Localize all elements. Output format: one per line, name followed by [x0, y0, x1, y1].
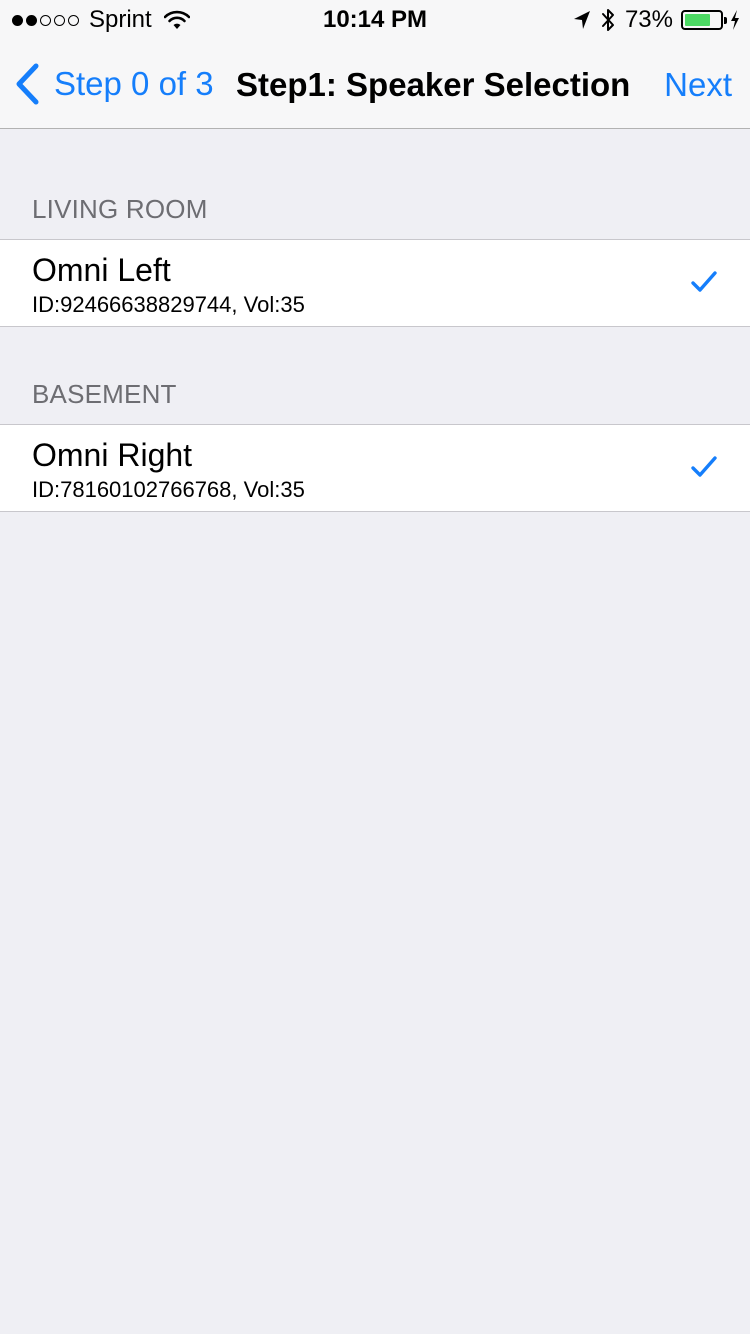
speaker-name: Omni Right: [32, 437, 193, 473]
back-button[interactable]: Step 0 of 3: [14, 62, 214, 106]
battery-icon: [681, 10, 727, 30]
speaker-row-omni-right[interactable]: Omni Right ID:78160102766768, Vol:35: [0, 424, 750, 512]
battery-cap: [724, 17, 727, 24]
back-button-label: Step 0 of 3: [54, 65, 214, 102]
status-bar-right: 73%: [573, 6, 740, 34]
section-header-label: LIVING ROOM: [32, 194, 208, 224]
charging-bolt-icon: [731, 10, 739, 30]
chevron-left-icon: [16, 63, 39, 105]
speaker-list: LIVING ROOM Omni Left ID:92466638829744,…: [0, 129, 750, 512]
status-bar: Sprint 10:14 PM 73%: [0, 0, 750, 40]
speaker-details: ID:92466638829744, Vol:35: [32, 292, 305, 317]
section-header-basement: BASEMENT: [0, 327, 750, 424]
page-title: Step1: Speaker Selection: [236, 66, 631, 103]
speaker-row-omni-left[interactable]: Omni Left ID:92466638829744, Vol:35: [0, 239, 750, 327]
section-header-label: BASEMENT: [32, 379, 177, 409]
section-header-living-room: LIVING ROOM: [0, 129, 750, 239]
checkmark-icon: [691, 456, 717, 477]
speaker-details: ID:78160102766768, Vol:35: [32, 477, 305, 502]
navigation-bar: Step 0 of 3 Step1: Speaker Selection Nex…: [0, 40, 750, 129]
bluetooth-icon: [601, 9, 614, 31]
battery-fill: [685, 14, 710, 26]
checkmark-icon: [691, 271, 717, 292]
speaker-name: Omni Left: [32, 252, 171, 288]
battery-percentage: 73%: [624, 6, 673, 33]
next-button[interactable]: Next: [664, 66, 732, 104]
location-arrow-icon: [573, 11, 590, 29]
